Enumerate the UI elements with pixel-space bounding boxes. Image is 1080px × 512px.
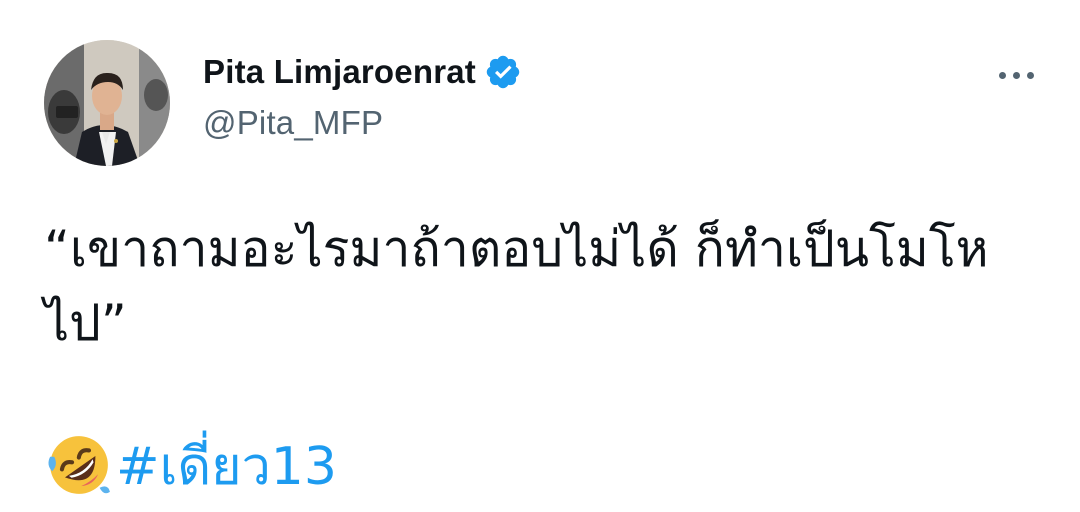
hashtag-row: #เดี่ยว13	[46, 428, 337, 502]
tweet-card: Pita Limjaroenrat @Pita_MFP “เขาถามอะไรม…	[0, 0, 1080, 512]
tweet-text: “เขาถามอะไรมาถ้าตอบไม่ได้ ก็ทำเป็นโมโหไป…	[44, 220, 989, 352]
rolling-on-floor-laughing-emoji-icon	[46, 432, 112, 498]
verified-badge-icon	[484, 53, 522, 91]
more-dot	[999, 71, 1006, 79]
hashtag-link[interactable]: #เดี่ยว13	[116, 424, 337, 507]
more-options-icon[interactable]	[999, 60, 1034, 90]
more-dot	[1027, 71, 1034, 79]
user-handle[interactable]: @Pita_MFP	[203, 104, 522, 142]
display-name[interactable]: Pita Limjaroenrat	[203, 53, 476, 91]
more-dot	[1013, 71, 1020, 79]
avatar-photo	[44, 40, 170, 166]
author-block: Pita Limjaroenrat @Pita_MFP	[203, 50, 522, 142]
name-row: Pita Limjaroenrat	[203, 50, 522, 94]
avatar[interactable]	[44, 40, 170, 166]
